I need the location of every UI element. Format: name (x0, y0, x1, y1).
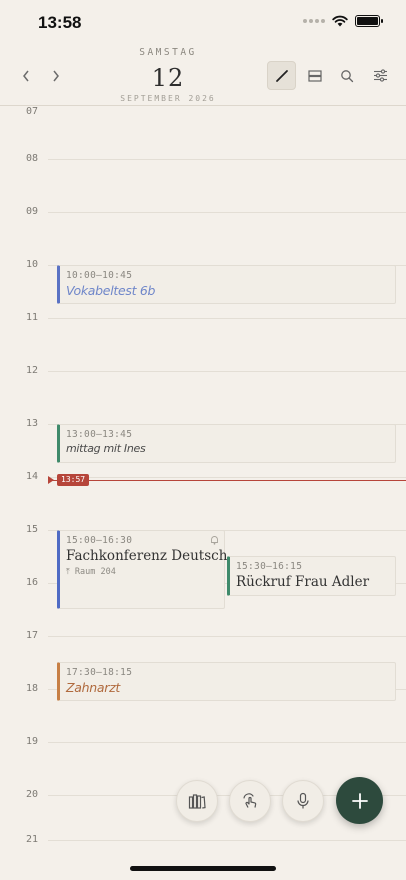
weekday-label: SAMSTAG (139, 47, 197, 58)
status-bar: 13:58 (0, 0, 406, 44)
month-year-label: SEPTEMBER 2026 (120, 94, 216, 103)
event-time: 15:00–16:30 (66, 535, 133, 546)
hour-row[interactable]: 09 (0, 206, 406, 265)
hour-label: 19 (26, 736, 39, 747)
plus-icon (351, 792, 368, 809)
current-time-line (48, 480, 406, 481)
hour-label: 15 (26, 524, 39, 535)
event-card[interactable]: 13:00–13:45 mittag mit Ines (57, 424, 396, 463)
event-time: 13:00–13:45 (66, 429, 133, 440)
hour-row[interactable]: 07 (0, 106, 406, 165)
event-title: Fachkonferenz Deutsch (66, 548, 228, 564)
hour-label: 20 (26, 789, 39, 800)
hour-label: 10 (26, 259, 39, 270)
event-card[interactable]: 15:00–16:30 Fachkonferenz Deutsch ⤒ Raum… (57, 530, 228, 609)
event-time: 10:00–10:45 (66, 270, 133, 281)
bell-icon (211, 536, 218, 545)
pen-icon[interactable] (267, 61, 296, 90)
current-time-badge: 13:57 (57, 474, 90, 486)
event-location: ⤒ Raum 204 (66, 567, 116, 577)
signal-icon (303, 19, 325, 23)
hour-label: 14 (26, 471, 39, 482)
day-header: SAMSTAG 12 SEPTEMBER 2026 (0, 44, 406, 106)
hour-label: 11 (26, 312, 39, 323)
hour-label: 13 (26, 418, 39, 429)
event-card[interactable]: 17:30–18:15 Zahnarzt (57, 662, 396, 701)
event-time: 15:30–16:15 (236, 561, 303, 572)
layout-icon[interactable] (300, 61, 329, 90)
event-card[interactable]: 10:00–10:45 Vokabeltest 6b (57, 265, 396, 304)
tap-button[interactable] (229, 780, 271, 822)
hour-label: 09 (26, 206, 39, 217)
status-time: 13:58 (38, 13, 82, 32)
hour-row[interactable]: 08 (0, 153, 406, 212)
voice-button[interactable] (282, 780, 324, 822)
tap-icon (243, 793, 257, 808)
wifi-icon (332, 15, 348, 27)
search-icon[interactable] (332, 61, 361, 90)
sliders-icon[interactable] (366, 61, 395, 90)
current-time-marker (48, 476, 54, 484)
hour-label: 08 (26, 153, 39, 164)
hour-row[interactable]: 21 (0, 834, 406, 880)
hour-label: 18 (26, 683, 39, 694)
add-event-button[interactable] (336, 777, 383, 824)
event-title: Rückruf Frau Adler (236, 574, 370, 590)
battery-icon (355, 15, 383, 27)
hour-label: 21 (26, 834, 39, 845)
event-time: 17:30–18:15 (66, 667, 133, 678)
event-title: mittag mit Ines (66, 442, 146, 455)
hour-row[interactable]: 12 (0, 365, 406, 424)
library-button[interactable] (176, 780, 218, 822)
event-title: Zahnarzt (66, 680, 120, 695)
home-indicator[interactable] (130, 866, 276, 871)
event-title: Vokabeltest 6b (66, 283, 156, 298)
library-icon (188, 794, 206, 809)
day-timeline[interactable]: 07 08 09 10 11 12 13 14 15 16 17 18 19 2… (0, 106, 406, 880)
hour-label: 17 (26, 630, 39, 641)
hour-label: 16 (26, 577, 39, 588)
hour-row[interactable]: 11 (0, 312, 406, 371)
hour-label: 12 (26, 365, 39, 376)
event-card[interactable]: 15:30–16:15 Rückruf Frau Adler (227, 556, 396, 596)
microphone-icon (297, 792, 309, 809)
hour-label: 07 (26, 106, 39, 117)
status-icons (303, 15, 383, 27)
